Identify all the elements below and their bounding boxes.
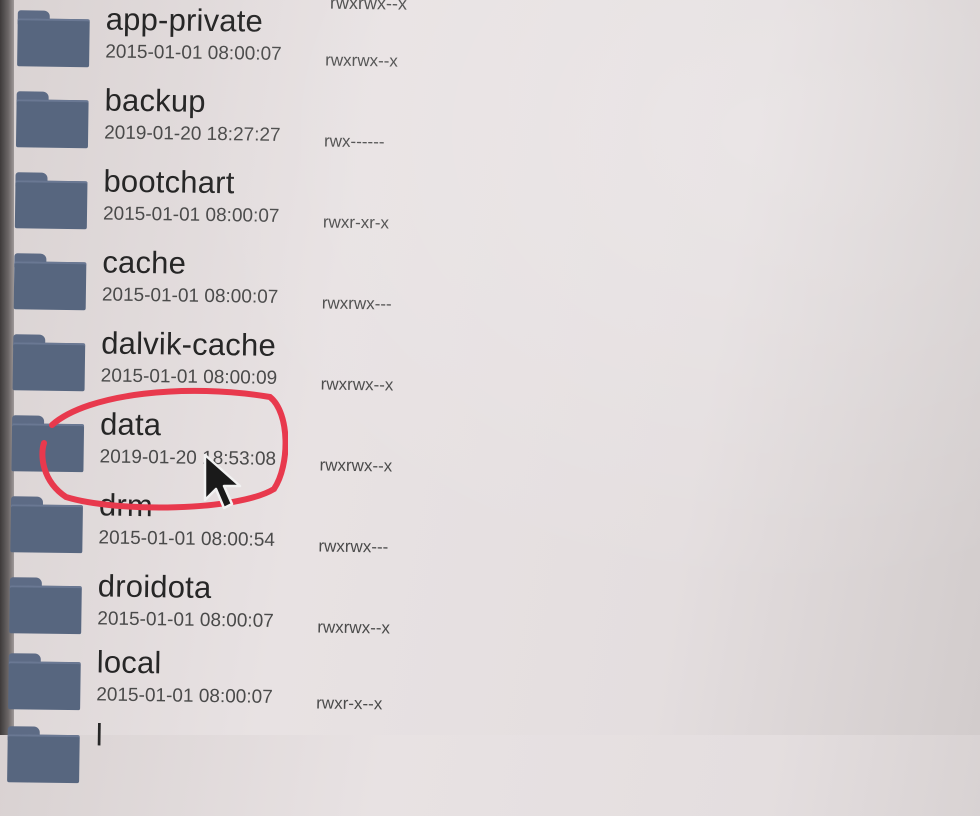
list-item-partial[interactable]: l xyxy=(3,717,904,815)
file-name: dalvik-cache xyxy=(100,325,277,363)
file-name: l xyxy=(95,717,104,753)
folder-icon xyxy=(7,722,80,784)
file-date: 2015-01-01 08:00:07 xyxy=(96,684,273,708)
file-permissions: rwxrwx--- xyxy=(321,293,392,314)
folder-icon xyxy=(12,330,86,392)
red-circle-highlight xyxy=(39,387,288,511)
file-list: rwxrwx--x app-private 2015-01-01 08:00:0… xyxy=(0,0,980,784)
file-permissions: rwxrwx--x xyxy=(317,617,391,638)
file-permissions: rwxrwx--x xyxy=(325,50,399,71)
file-date: 2015-01-01 08:00:07 xyxy=(97,608,274,632)
file-permissions: rwx------ xyxy=(323,131,385,152)
file-permissions: rwxr-x--x xyxy=(316,693,383,714)
file-name: cache xyxy=(102,244,187,281)
folder-icon xyxy=(9,573,82,635)
mouse-cursor-icon xyxy=(203,453,242,510)
file-permissions: rwxrwx--x xyxy=(320,374,394,395)
file-date: 2019-01-20 18:27:27 xyxy=(104,122,281,146)
file-permissions: rwxr-xr-x xyxy=(322,212,390,233)
file-name: backup xyxy=(104,82,207,119)
file-date: 2015-01-01 08:00:07 xyxy=(102,203,280,227)
file-date: 2015-01-01 08:00:07 xyxy=(105,41,282,65)
file-permissions: rwxrwx--x xyxy=(319,455,393,476)
folder-icon xyxy=(17,6,90,68)
file-permissions: rwxrwx--- xyxy=(318,536,389,557)
file-name: local xyxy=(96,644,162,681)
folder-icon xyxy=(13,249,87,311)
file-date: 2015-01-01 08:00:54 xyxy=(98,527,276,551)
file-name: app-private xyxy=(105,1,264,39)
folder-icon xyxy=(8,649,81,711)
folder-icon xyxy=(14,168,88,230)
file-date: 2015-01-01 08:00:07 xyxy=(101,284,279,308)
folder-icon xyxy=(15,87,89,149)
file-name: bootchart xyxy=(103,163,235,201)
file-name: droidota xyxy=(97,568,212,606)
